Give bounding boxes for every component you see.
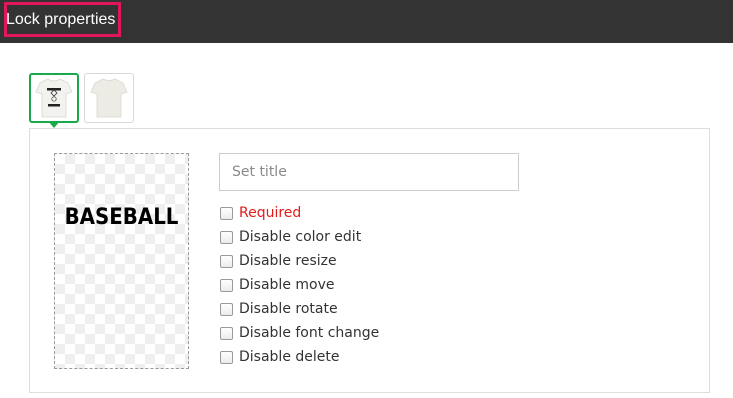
option-label: Required [239, 205, 302, 221]
tshirt-back-thumbnail[interactable] [84, 73, 134, 123]
option-disable-delete[interactable]: Disable delete [219, 347, 340, 367]
option-label: Disable rotate [239, 301, 338, 317]
required-checkbox[interactable] [220, 206, 233, 220]
disable-move-checkbox[interactable] [220, 278, 233, 292]
design-preview: BASEBALL [54, 153, 189, 369]
page-title: Lock properties [6, 11, 116, 28]
disable-resize-checkbox[interactable] [220, 254, 233, 268]
option-label: Disable move [239, 277, 335, 293]
option-label: Disable color edit [239, 229, 362, 245]
option-label: Disable delete [239, 349, 340, 365]
tshirt-back-icon [90, 78, 128, 118]
tshirt-icon [35, 78, 73, 118]
disable-font-change-checkbox[interactable] [220, 326, 233, 340]
title-input[interactable] [219, 153, 519, 191]
disable-delete-checkbox[interactable] [220, 350, 233, 364]
option-disable-resize[interactable]: Disable resize [219, 251, 337, 271]
option-label: Disable resize [239, 253, 337, 269]
tshirt-front-thumbnail[interactable] [29, 73, 79, 123]
option-disable-move[interactable]: Disable move [219, 275, 334, 295]
option-label: Disable font change [239, 325, 380, 341]
selected-thumbnail-pointer [48, 121, 60, 128]
disable-color-edit-checkbox[interactable] [220, 230, 233, 244]
option-required[interactable]: Required [219, 203, 301, 223]
preview-text: BASEBALL [64, 205, 179, 230]
disable-rotate-checkbox[interactable] [220, 302, 233, 316]
option-disable-rotate[interactable]: Disable rotate [219, 299, 338, 319]
option-disable-color-edit[interactable]: Disable color edit [219, 227, 361, 247]
option-disable-font-change[interactable]: Disable font change [219, 323, 379, 343]
top-bar: Lock properties [0, 0, 733, 43]
